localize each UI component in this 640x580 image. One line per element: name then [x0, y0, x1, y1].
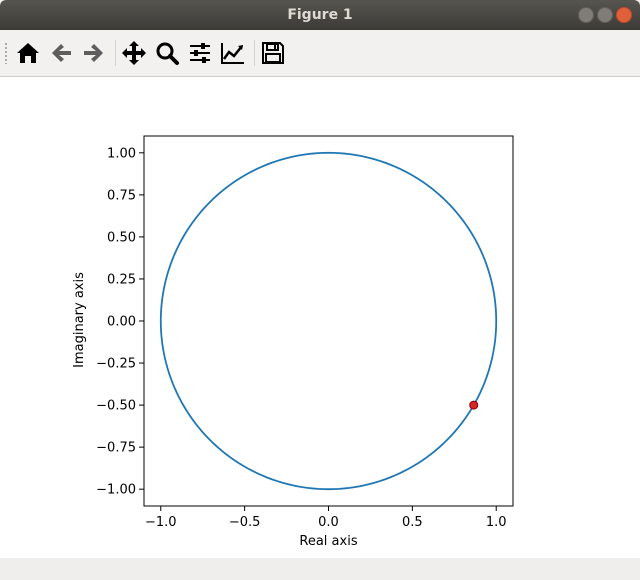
toolbar-separator — [254, 40, 255, 66]
axes-frame — [143, 135, 514, 507]
y-tick-label: −0.50 — [96, 399, 136, 414]
y-tick-label: −1.00 — [96, 483, 136, 498]
data-point-marker — [469, 400, 479, 410]
y-tick-label: −0.75 — [96, 441, 136, 456]
y-tick-label: 0.00 — [107, 315, 136, 330]
maximize-button[interactable] — [597, 7, 613, 23]
home-button[interactable] — [14, 39, 42, 67]
y-tick-label: 1.00 — [107, 146, 136, 161]
back-button[interactable] — [47, 39, 75, 67]
y-tick-label: 0.25 — [107, 272, 136, 287]
x-tick-label: 0.5 — [402, 515, 423, 530]
toolbar-separator — [115, 40, 116, 66]
close-button[interactable] — [616, 7, 632, 23]
magnifier-icon — [156, 42, 179, 65]
x-tick-label: −1.0 — [145, 515, 177, 530]
forward-button[interactable] — [80, 39, 108, 67]
zoom-button[interactable] — [153, 39, 181, 67]
save-button[interactable] — [259, 39, 287, 67]
arrow-right-icon — [84, 44, 103, 62]
y-axis-label: Imaginary axis — [72, 272, 87, 368]
plot-svg: −1.0 −0.5 0.0 0.5 1.0 1.00 0.75 0.50 0.25 0.00 −0.… — [72, 135, 514, 549]
x-tick-label: 0.0 — [318, 515, 339, 530]
chart-line-icon — [221, 43, 244, 64]
x-tick-label: −0.5 — [229, 515, 261, 530]
move-icon — [122, 41, 146, 65]
window-title: Figure 1 — [287, 7, 353, 23]
x-axis-label: Real axis — [299, 534, 357, 549]
y-tick-label: −0.25 — [96, 357, 136, 372]
figure-canvas[interactable]: −1.0 −0.5 0.0 0.5 1.0 1.00 0.75 0.50 0.25 0.00 −0.… — [0, 77, 640, 558]
subplots-button[interactable] — [186, 39, 214, 67]
toolbar — [0, 30, 640, 77]
y-tick-label: 0.50 — [107, 230, 136, 245]
x-tick-label: 1.0 — [486, 515, 507, 530]
unit-circle-line — [159, 151, 498, 491]
y-tick-label: 0.75 — [107, 188, 136, 203]
floppy-disk-icon — [262, 42, 284, 64]
window-controls — [578, 7, 632, 23]
minimize-button[interactable] — [578, 7, 594, 23]
status-bar — [0, 558, 640, 580]
sliders-icon — [190, 43, 210, 63]
pan-button[interactable] — [120, 39, 148, 67]
home-icon — [17, 43, 39, 63]
arrow-left-icon — [52, 44, 71, 62]
toolbar-grip-icon — [4, 42, 8, 64]
axes-button[interactable] — [219, 39, 247, 67]
title-bar: Figure 1 — [0, 0, 640, 30]
